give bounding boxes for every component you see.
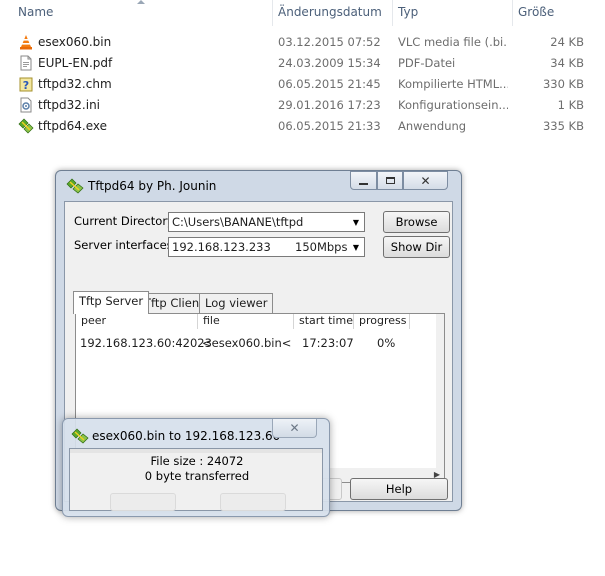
- file-name: tftpd32.chm: [38, 77, 112, 91]
- help-button[interactable]: Help: [350, 478, 448, 500]
- column-separator[interactable]: [392, 0, 393, 26]
- svg-text:?: ?: [23, 79, 29, 92]
- pdf-file-icon: [20, 55, 32, 71]
- column-separator[interactable]: [512, 0, 513, 26]
- column-header-row: Name Änderungsdatum Typ Größe: [0, 0, 605, 26]
- tftpd-app-icon: [71, 428, 89, 444]
- file-row[interactable]: esex060.bin 03.12.2015 07:52 VLC media f…: [0, 32, 605, 53]
- tftpd-app-icon: [66, 178, 84, 194]
- row-peer: 192.168.123.60:42023: [80, 336, 212, 350]
- current-directory-combobox[interactable]: C:\Users\BANANE\tftpd ▼: [168, 212, 365, 232]
- file-name: tftpd32.ini: [38, 98, 101, 112]
- dialog-title: esex060.bin to 192.168.123.60: [92, 429, 281, 443]
- file-date: 29.01.2016 17:23: [278, 98, 381, 112]
- column-header-name[interactable]: Name: [18, 5, 53, 21]
- server-interface-speed: 150Mbps W: [295, 240, 347, 254]
- column-header-start-time[interactable]: start time: [294, 314, 354, 329]
- file-size-text: File size : 24072: [150, 454, 244, 468]
- browse-button[interactable]: Browse: [383, 211, 450, 233]
- server-interfaces-label: Server interfaces: [74, 238, 173, 252]
- file-type: VLC media file (.bi...: [398, 35, 508, 49]
- file-explorer-list: Name Änderungsdatum Typ Größe esex060.bi…: [0, 0, 605, 145]
- close-icon: ✕: [289, 421, 300, 435]
- row-file: <esex060.bin<: [202, 336, 292, 350]
- file-row[interactable]: tftpd32.ini 29.01.2016 17:23 Konfigurati…: [0, 95, 605, 116]
- file-size: 34 KB: [550, 56, 584, 70]
- file-size: 24 KB: [550, 35, 584, 49]
- column-separator[interactable]: [272, 0, 273, 26]
- dropdown-arrow-icon[interactable]: ▼: [348, 213, 364, 231]
- file-size: 330 KB: [542, 77, 584, 91]
- close-icon: ✕: [420, 173, 431, 188]
- file-row[interactable]: EUPL-EN.pdf 24.03.2009 15:34 PDF-Datei 3…: [0, 53, 605, 74]
- column-header-size[interactable]: Größe: [518, 5, 554, 21]
- server-interface-ip: 192.168.123.233: [172, 240, 271, 254]
- file-size: 335 KB: [542, 119, 584, 133]
- restore-icon: [385, 177, 395, 184]
- file-row[interactable]: ? tftpd32.chm 06.05.2015 21:45 Kompilier…: [0, 74, 605, 95]
- dropdown-arrow-icon[interactable]: ▼: [348, 238, 364, 256]
- current-directory-value: C:\Users\BANANE\tftpd: [172, 215, 304, 229]
- close-button[interactable]: ✕: [403, 171, 448, 190]
- file-row[interactable]: tftpd64.exe 06.05.2015 21:33 Anwendung 3…: [0, 116, 605, 137]
- chm-help-file-icon: ?: [19, 77, 33, 92]
- transferred-text: 0 byte transferred: [144, 469, 250, 483]
- row-progress: 0%: [377, 336, 396, 350]
- file-size: 1 KB: [557, 98, 584, 112]
- vertical-scrollbar[interactable]: [436, 314, 444, 469]
- file-name: tftpd64.exe: [38, 119, 108, 133]
- column-header-file[interactable]: file: [198, 314, 294, 329]
- current-directory-label: Current Directory: [74, 214, 174, 228]
- dialog-body: File size : 24072 0 byte transferred: [69, 448, 323, 511]
- dialog-button-faded: [220, 493, 286, 511]
- column-header-peer[interactable]: peer: [76, 314, 198, 329]
- tftpd-app-icon: [18, 118, 34, 134]
- file-date: 06.05.2015 21:45: [278, 77, 381, 91]
- sort-ascending-icon: [137, 0, 145, 4]
- file-date: 06.05.2015 21:33: [278, 119, 381, 133]
- file-name: esex060.bin: [38, 35, 112, 49]
- file-date: 03.12.2015 07:52: [278, 35, 381, 49]
- row-start-time: 17:23:07: [302, 336, 354, 350]
- file-name: EUPL-EN.pdf: [38, 56, 113, 70]
- dialog-button-faded: [110, 493, 176, 511]
- transfer-progress-dialog: esex060.bin to 192.168.123.60 ✕ File siz…: [62, 418, 330, 517]
- minimize-icon: [359, 182, 368, 185]
- minimize-button[interactable]: [350, 171, 377, 190]
- maximize-button[interactable]: [377, 171, 403, 190]
- column-header-type[interactable]: Typ: [398, 5, 418, 21]
- column-header-progress[interactable]: progress: [354, 314, 410, 329]
- show-dir-button[interactable]: Show Dir: [383, 236, 450, 258]
- progress-strip: [70, 449, 322, 453]
- window-title: Tftpd64 by Ph. Jounin: [88, 179, 217, 193]
- file-type: Anwendung: [398, 119, 467, 133]
- file-type: PDF-Datei: [398, 56, 456, 70]
- list-header: peer file start time progress: [76, 314, 436, 329]
- file-type: Kompilierte HTML...: [398, 77, 508, 91]
- file-type: Konfigurationsein...: [398, 98, 508, 112]
- ini-settings-file-icon: [20, 97, 32, 113]
- server-interfaces-combobox[interactable]: 192.168.123.233 150Mbps W ▼: [168, 237, 365, 257]
- dialog-close-button[interactable]: ✕: [272, 419, 317, 438]
- vlc-cone-icon: [20, 35, 32, 50]
- tab-log-viewer[interactable]: Log viewer: [199, 293, 274, 313]
- file-date: 24.03.2009 15:34: [278, 56, 381, 70]
- column-header-date[interactable]: Änderungsdatum: [278, 5, 382, 21]
- tab-tftp-server[interactable]: Tftp Server: [73, 291, 150, 314]
